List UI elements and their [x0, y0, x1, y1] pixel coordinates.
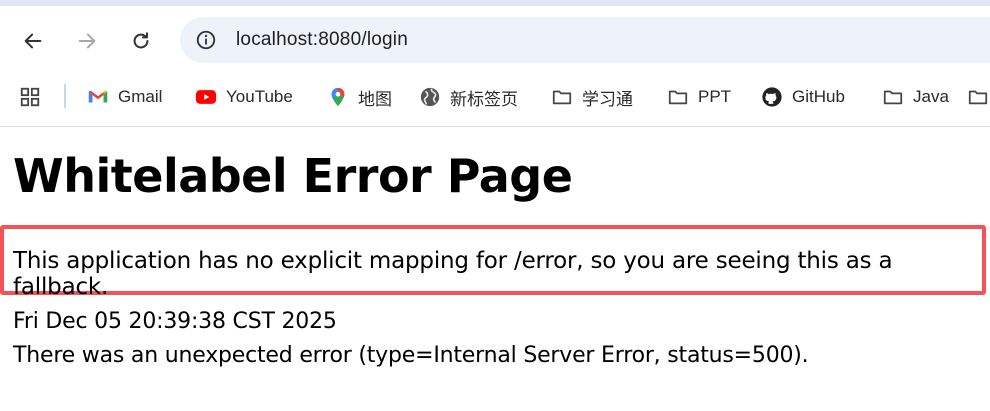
- forward-button[interactable]: [70, 24, 104, 58]
- bookmark-label: PPT: [698, 87, 732, 106]
- arrow-right-icon: [78, 33, 96, 49]
- site-info-icon[interactable]: [194, 28, 218, 52]
- bookmark-folder-overflow[interactable]: [966, 82, 990, 112]
- reload-button[interactable]: [124, 24, 158, 58]
- bookmark-label: GitHub: [792, 87, 845, 106]
- page-title: Whitelabel Error Page: [13, 149, 573, 203]
- page-content: Whitelabel Error Page This application h…: [0, 127, 990, 411]
- bookmarks-bar: Gmail YouTube 地图 新标签页 学习通 PPT GitHub Jav…: [0, 76, 990, 118]
- gmail-icon: [86, 85, 110, 109]
- back-button[interactable]: [16, 24, 50, 58]
- error-details: There was an unexpected error (type=Inte…: [13, 343, 809, 368]
- bookmark-folder-java[interactable]: Java: [881, 82, 949, 112]
- browser-toolbar: localhost:8080/login: [0, 6, 990, 76]
- bookmark-label: 新标签页: [450, 89, 518, 109]
- github-icon: [760, 85, 784, 109]
- folder-icon: [966, 85, 990, 109]
- bookmark-label: Gmail: [118, 87, 163, 106]
- bookmark-label: 地图: [358, 89, 392, 109]
- bookmark-label: 学习通: [582, 89, 633, 109]
- bookmarks-separator: [64, 84, 66, 108]
- bookmark-folder-ppt[interactable]: PPT: [666, 82, 731, 112]
- error-timestamp: Fri Dec 05 20:39:38 CST 2025: [13, 309, 337, 334]
- bookmark-label: YouTube: [226, 87, 293, 106]
- url-text[interactable]: localhost:8080/login: [236, 29, 408, 51]
- apps-grid-icon: [18, 85, 42, 109]
- bookmark-gmail[interactable]: Gmail: [86, 82, 162, 112]
- error-message: This application has no explicit mapping…: [13, 248, 893, 300]
- arrow-left-icon: [24, 33, 42, 49]
- folder-icon: [666, 85, 690, 109]
- bookmark-github[interactable]: GitHub: [760, 82, 845, 112]
- bookmark-youtube[interactable]: YouTube: [194, 82, 293, 112]
- bookmark-label: Java: [913, 87, 949, 106]
- bookmark-folder-xuexitong[interactable]: 学习通: [550, 82, 633, 112]
- folder-icon: [550, 85, 574, 109]
- globe-icon: [418, 85, 442, 109]
- reload-icon: [133, 32, 149, 49]
- bookmark-maps[interactable]: 地图: [326, 82, 392, 112]
- bookmark-new-tab[interactable]: 新标签页: [418, 82, 518, 112]
- folder-icon: [881, 85, 905, 109]
- address-bar[interactable]: localhost:8080/login: [180, 17, 990, 63]
- youtube-icon: [194, 85, 218, 109]
- apps-button[interactable]: [18, 82, 50, 112]
- maps-pin-icon: [326, 85, 350, 109]
